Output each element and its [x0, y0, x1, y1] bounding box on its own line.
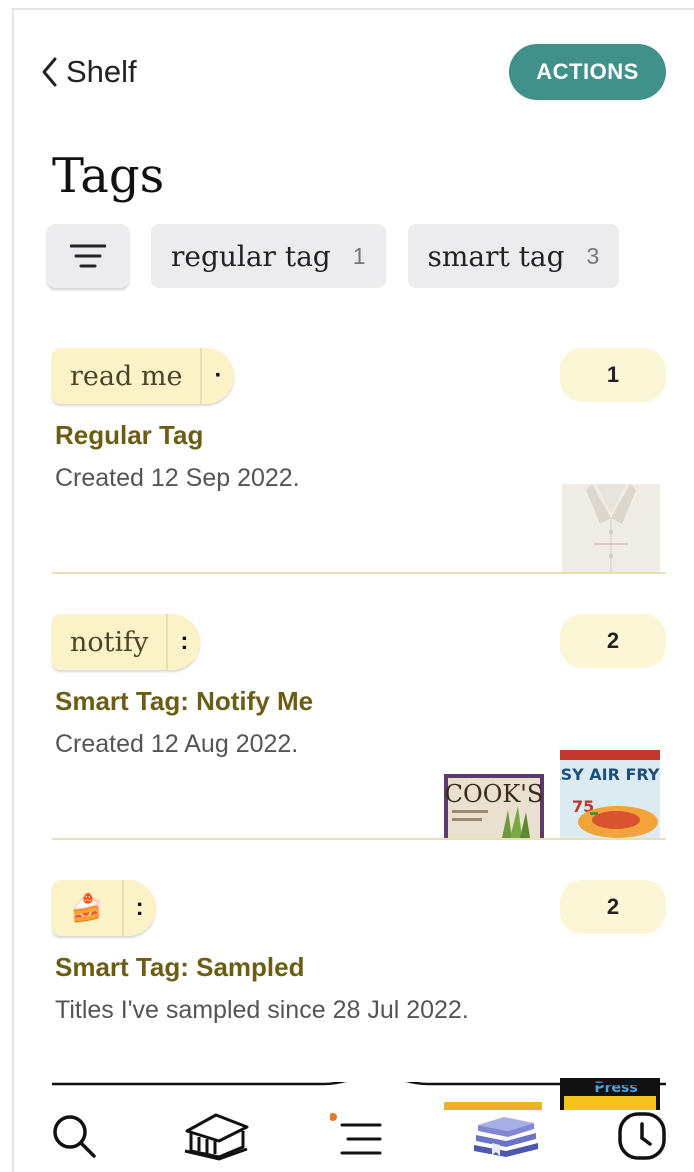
chip-count: 3 — [586, 242, 600, 269]
back-button[interactable]: Shelf — [40, 54, 137, 90]
nav-menu[interactable] — [328, 1108, 388, 1164]
tag-name[interactable]: Smart Tag: Sampled — [55, 952, 304, 983]
bottom-nav — [14, 1082, 694, 1172]
tag-description: Created 12 Sep 2022. — [55, 464, 300, 492]
cover-title: EASY AIR FRYER — [560, 765, 660, 784]
tag-pill-emoji: 🍰 — [52, 880, 122, 936]
filter-chip-regular[interactable]: regular tag 1 — [151, 224, 386, 288]
tag-list-item[interactable]: notify : 2 Smart Tag: Notify Me Created … — [52, 614, 666, 840]
book-cover-air-fryer[interactable]: EASY AIR FRYER 75 — [560, 750, 660, 838]
tag-menu-button[interactable]: · — [200, 348, 235, 404]
actions-button[interactable]: ACTIONS — [509, 44, 666, 100]
tag-name[interactable]: Regular Tag — [55, 420, 203, 451]
nav-history[interactable] — [612, 1108, 672, 1164]
tag-count-badge: 1 — [560, 348, 666, 402]
divider — [52, 572, 666, 574]
tag-pill[interactable]: 🍰 : — [52, 880, 156, 936]
filter-bar: regular tag 1 smart tag 3 — [47, 224, 620, 288]
divider — [52, 838, 666, 840]
tag-description: Created 12 Aug 2022. — [55, 730, 299, 758]
tag-pill[interactable]: notify : — [52, 614, 201, 670]
tag-count-badge: 2 — [560, 880, 666, 934]
tag-name[interactable]: Smart Tag: Notify Me — [55, 686, 313, 717]
page-title: Tags — [52, 148, 165, 204]
nav-shelf[interactable] — [470, 1108, 542, 1164]
menu-icon — [330, 1113, 382, 1155]
search-icon — [53, 1115, 96, 1158]
book-cover-shirt[interactable] — [562, 484, 660, 572]
sort-button[interactable] — [47, 224, 129, 288]
nav-search[interactable] — [44, 1108, 104, 1164]
tag-pill[interactable]: read me · — [52, 348, 235, 404]
tag-menu-button[interactable]: : — [121, 880, 156, 936]
nav-library[interactable] — [176, 1108, 256, 1164]
chip-count: 1 — [352, 242, 366, 269]
tag-description: Titles I've sampled since 28 Jul 2022. — [55, 996, 469, 1024]
tag-menu-button[interactable]: : — [166, 614, 201, 670]
library-icon — [184, 1113, 249, 1161]
sort-lines-icon — [70, 244, 106, 268]
top-bar: Shelf ACTIONS — [14, 10, 694, 130]
chip-label: regular tag — [171, 239, 331, 273]
chip-label: smart tag — [427, 239, 565, 273]
clock-icon — [618, 1112, 666, 1160]
tag-list-item[interactable]: 🍰 : 2 Smart Tag: Sampled Titles I've sam… — [52, 880, 666, 1110]
filter-chip-smart[interactable]: smart tag 3 — [407, 224, 620, 288]
app-screen: Shelf ACTIONS Tags regular tag 1 smart t… — [12, 8, 694, 1172]
cover-title: COOK'S — [445, 780, 544, 808]
tag-pill-label: notify — [52, 614, 167, 670]
tag-count-badge: 2 — [560, 614, 666, 668]
tag-pill-label: read me — [52, 348, 201, 404]
back-label: Shelf — [66, 54, 137, 89]
book-cover-cooks[interactable]: COOK'S — [444, 774, 544, 838]
tag-list-item[interactable]: read me · 1 Regular Tag Created 12 Sep 2… — [52, 348, 666, 574]
chevron-left-icon — [42, 57, 57, 87]
shelf-books-icon — [474, 1117, 538, 1157]
